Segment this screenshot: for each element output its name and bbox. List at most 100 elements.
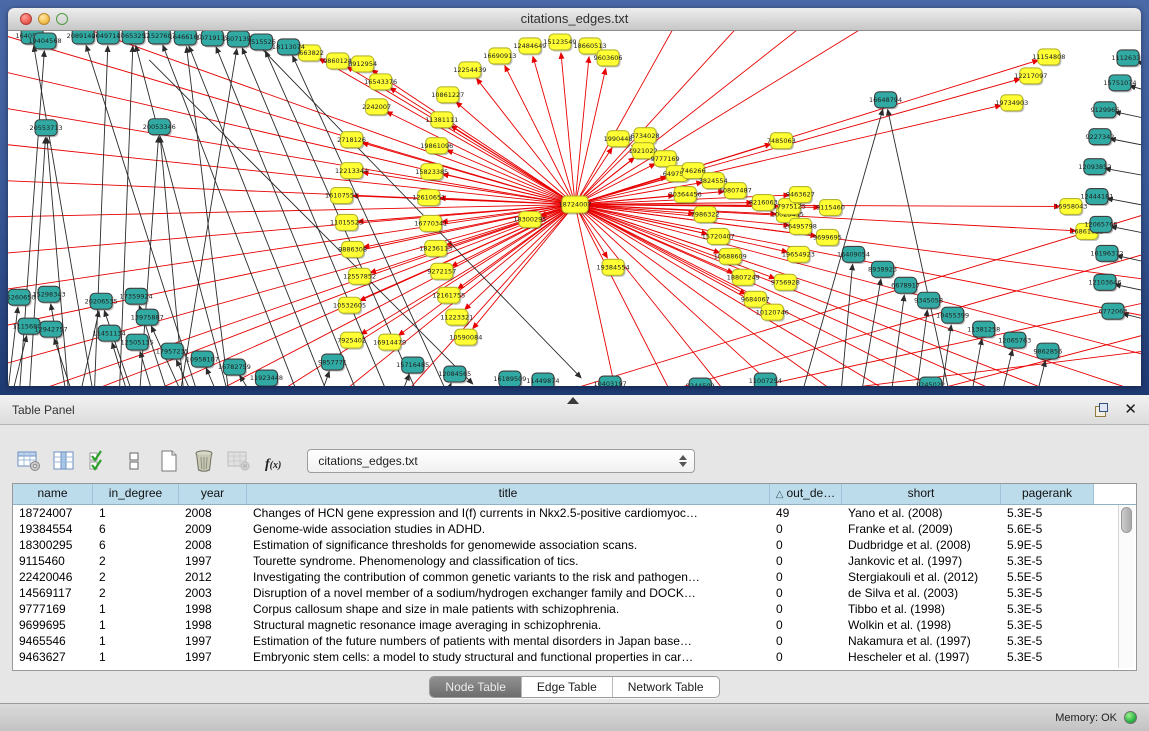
table-row[interactable]: 1938455462009Genome-wide association stu… (13, 521, 1136, 537)
create-column-icon[interactable] (156, 449, 182, 473)
svg-text:12484649: 12484649 (513, 42, 546, 50)
table-row[interactable]: 1872400712008Changes of HCN gene express… (13, 505, 1136, 521)
table-row[interactable]: 1456911722003Disruption of a novel membe… (13, 585, 1136, 601)
select-rows-icon[interactable] (86, 449, 112, 473)
table-cell: 1997 (179, 649, 247, 665)
table-cell: 14569117 (13, 585, 93, 601)
delete-table-icon[interactable] (226, 449, 252, 473)
float-panel-icon[interactable] (1095, 403, 1108, 416)
svg-text:19384554: 19384554 (597, 264, 630, 272)
close-window-button[interactable] (20, 13, 32, 25)
table-row[interactable]: 946554611997Estimation of the future num… (13, 633, 1136, 649)
table-row[interactable]: 911546021997Tourette syndrome. Phenomeno… (13, 553, 1136, 569)
table-chooser-dropdown[interactable]: citations_edges.txt (307, 449, 695, 473)
svg-text:19404568: 19404568 (29, 37, 62, 45)
svg-text:6772063: 6772063 (1098, 307, 1127, 315)
table-cell: 5.6E-5 (1001, 521, 1094, 537)
svg-text:10590084: 10590084 (449, 333, 482, 341)
svg-text:18113074: 18113074 (272, 43, 305, 51)
svg-text:20364456: 20364456 (669, 191, 702, 199)
svg-text:20553713: 20553713 (30, 124, 63, 132)
svg-text:12254439: 12254439 (453, 66, 486, 74)
function-builder-icon[interactable]: f(x) (265, 457, 281, 473)
close-panel-icon[interactable]: ✕ (1124, 403, 1137, 416)
citation-network-graph[interactable]: 7663822986012489129541654337622420072718… (8, 31, 1141, 386)
svg-text:25260650: 25260650 (8, 293, 36, 301)
table-cell: 2003 (179, 585, 247, 601)
column-header-short[interactable]: short (842, 484, 1001, 504)
svg-text:17359924: 17359924 (120, 292, 153, 300)
table-cell: Structural magnetic resonance image aver… (247, 617, 770, 633)
show-columns-icon[interactable] (51, 449, 77, 473)
svg-text:16914479: 16914479 (373, 338, 406, 346)
tab-network-table[interactable]: Network Table (612, 677, 719, 697)
row-height-icon[interactable] (121, 449, 147, 473)
svg-text:12557852: 12557852 (343, 273, 376, 281)
splitter-handle[interactable] (567, 397, 579, 404)
table-row[interactable]: 969969511998Structural magnetic resonanc… (13, 617, 1136, 633)
table-cell: Estimation of significance thresholds fo… (247, 537, 770, 553)
svg-text:18660513: 18660513 (573, 42, 606, 50)
svg-text:7986322: 7986322 (691, 211, 720, 219)
svg-text:10958107: 10958107 (186, 355, 219, 363)
minimize-window-button[interactable] (38, 13, 50, 25)
column-header-pagerank[interactable]: pagerank (1001, 484, 1094, 504)
table-row[interactable]: 946362711997Embryonic stem cells: a mode… (13, 649, 1136, 665)
svg-text:12065768: 12065768 (1084, 221, 1117, 229)
svg-text:12942757: 12942757 (35, 325, 68, 333)
column-header-out_de[interactable]: △out_de… (770, 484, 842, 504)
table-vertical-scrollbar[interactable] (1118, 505, 1134, 668)
table-mode-icon[interactable] (16, 449, 42, 473)
table-cell: 0 (770, 649, 842, 665)
sort-ascending-icon: △ (776, 489, 784, 500)
table-cell: Stergiakouli et al. (2012) (842, 569, 1001, 585)
table-cell: Embryonic stem cells: a model to study s… (247, 649, 770, 665)
svg-text:12610651: 12610651 (412, 194, 445, 202)
column-header-name[interactable]: name (13, 484, 93, 504)
table-cell: Tourette syndrome. Phenomenology and cla… (247, 553, 770, 569)
svg-text:12505135: 12505135 (121, 338, 154, 346)
network-window-titlebar[interactable]: citations_edges.txt (8, 8, 1141, 31)
table-cell: Changes of HCN gene expression and I(f) … (247, 505, 770, 521)
table-cell: Nakamura et al. (1997) (842, 633, 1001, 649)
delete-column-icon[interactable] (191, 449, 217, 473)
network-window-title: citations_edges.txt (521, 11, 629, 26)
svg-text:7925402: 7925402 (337, 336, 366, 344)
svg-text:19734903: 19734903 (995, 99, 1028, 107)
svg-text:16690913: 16690913 (483, 52, 516, 60)
table-cell: Dudbridge et al. (2008) (842, 537, 1001, 553)
svg-text:10120746: 10120746 (756, 308, 789, 316)
svg-text:10532605: 10532605 (333, 301, 366, 309)
svg-text:9777169: 9777169 (651, 155, 680, 163)
table-row[interactable]: 1830029562008Estimation of significance … (13, 537, 1136, 553)
svg-text:9245022: 9245022 (916, 381, 945, 386)
svg-text:15720407: 15720407 (702, 233, 735, 241)
table-cell: Tibbo et al. (1998) (842, 601, 1001, 617)
column-header-title[interactable]: title (247, 484, 770, 504)
svg-text:9756928: 9756928 (771, 278, 800, 286)
table-cell: 1 (93, 505, 179, 521)
memory-status-indicator[interactable] (1124, 711, 1137, 724)
table-cell: 49 (770, 505, 842, 521)
table-tab-bar: Node TableEdge TableNetwork Table (0, 671, 1149, 703)
table-row[interactable]: 2242004622012Investigating the contribut… (13, 569, 1136, 585)
zoom-window-button[interactable] (56, 13, 68, 25)
network-canvas[interactable]: 7663822986012489129541654337622420072718… (8, 31, 1141, 386)
table-row[interactable]: 977716911998Corpus callosum shape and si… (13, 601, 1136, 617)
tab-edge-table[interactable]: Edge Table (521, 677, 612, 697)
table-body: 1872400712008Changes of HCN gene express… (13, 505, 1136, 665)
svg-text:9272157: 9272157 (427, 268, 456, 276)
column-header-in_degree[interactable]: in_degree (93, 484, 179, 504)
tab-node-table[interactable]: Node Table (430, 677, 521, 697)
column-header-year[interactable]: year (179, 484, 247, 504)
table-cell: 19384554 (13, 521, 93, 537)
svg-text:10861227: 10861227 (431, 91, 464, 99)
svg-text:15716485: 15716485 (396, 361, 429, 369)
table-cell: 5.5E-5 (1001, 569, 1094, 585)
svg-text:9115460: 9115460 (816, 204, 845, 212)
table-cell: 0 (770, 537, 842, 553)
svg-text:19654923: 19654923 (782, 251, 815, 259)
svg-text:11154808: 11154808 (1032, 53, 1065, 61)
scrollbar-thumb[interactable] (1121, 507, 1132, 533)
table-cell: 9463627 (13, 649, 93, 665)
